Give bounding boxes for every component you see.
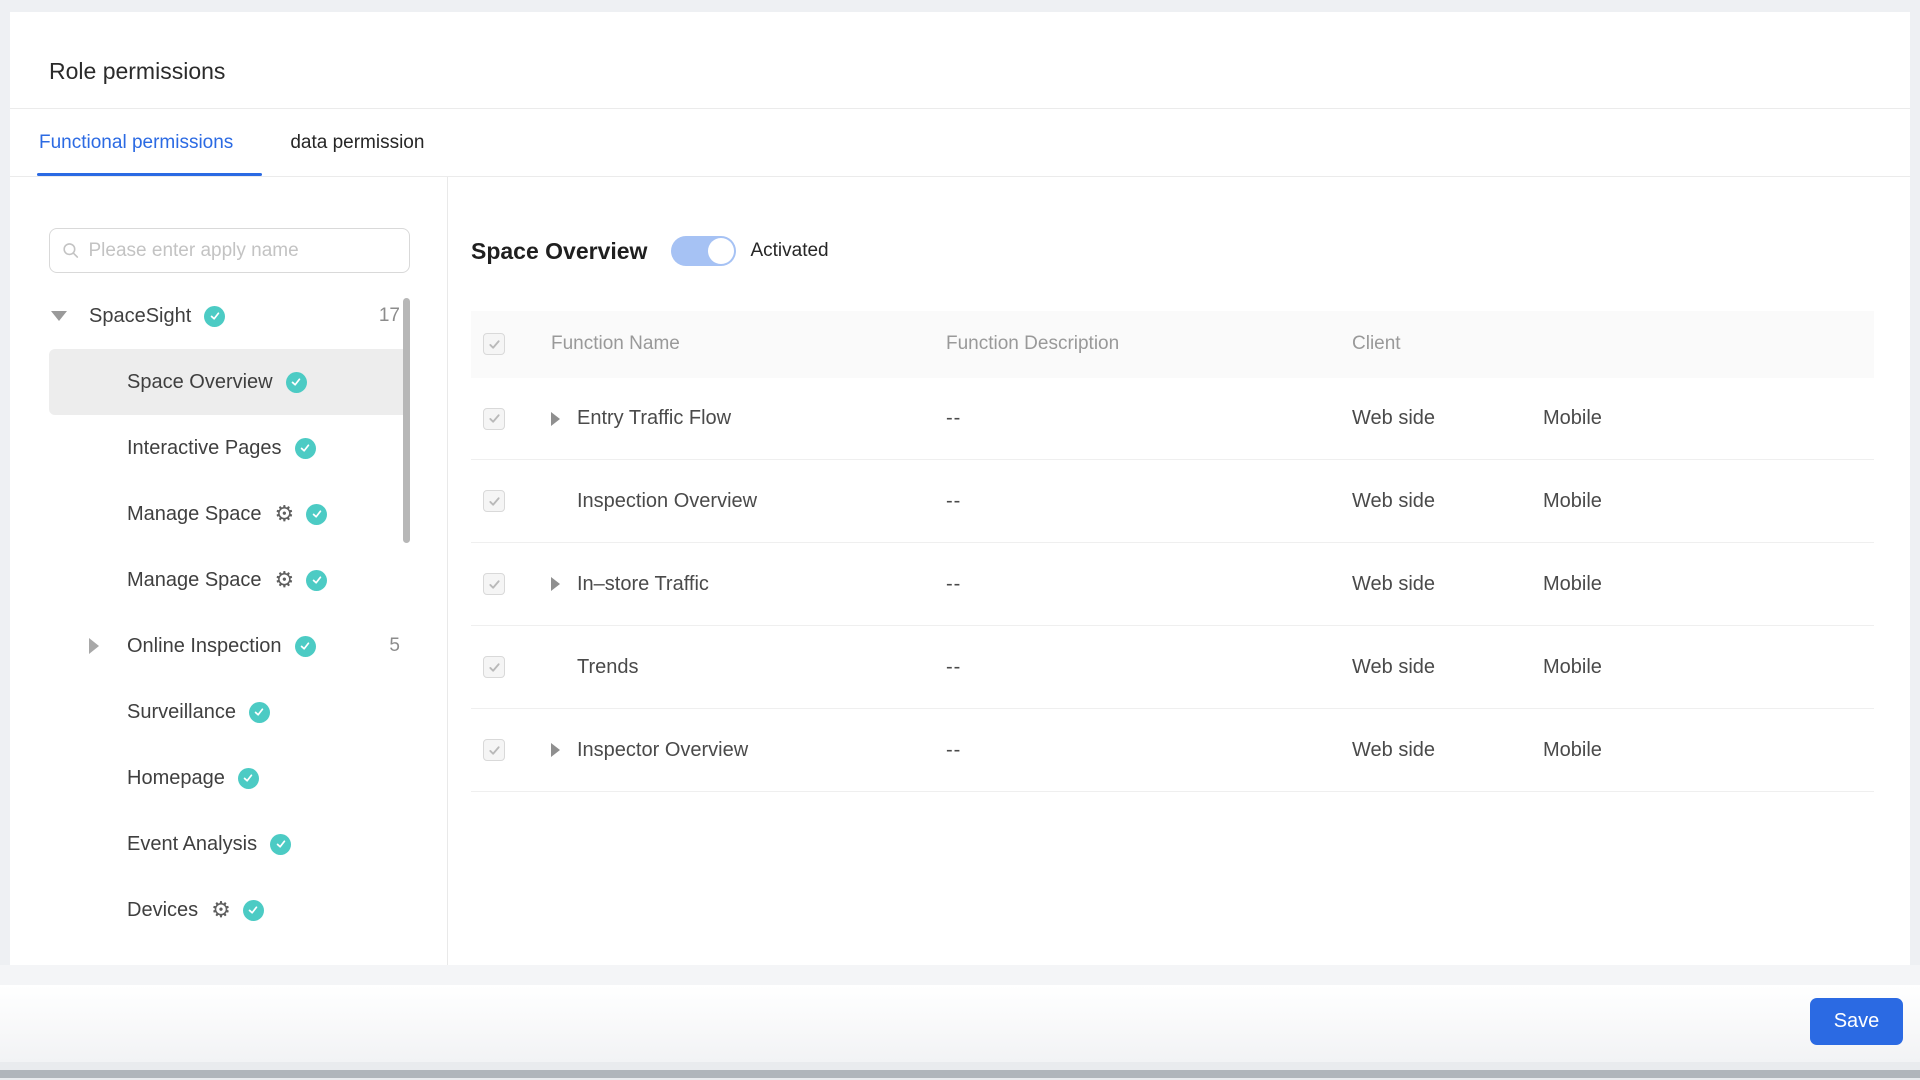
activated-toggle[interactable] — [671, 236, 737, 266]
table-row: In–store Traffic -- Web side Mobile — [471, 543, 1874, 626]
item-count: 17 — [378, 305, 400, 326]
client-mobile-label: Mobile — [1543, 407, 1602, 429]
toggle-knob — [708, 238, 735, 264]
sidebar-divider — [447, 177, 448, 965]
footer-bar: Save — [0, 985, 1920, 1062]
tree-item-label: Manage Space — [127, 568, 262, 591]
client-web-label: Web side — [1352, 407, 1436, 429]
client-mobile-label: Mobile — [1543, 489, 1602, 512]
tree-item-label: Space Overview — [127, 370, 273, 393]
functions-table: Function Name Function Description Clien… — [471, 311, 1874, 792]
function-name: Trends — [577, 655, 639, 678]
tab-data-permission[interactable]: data permission — [288, 132, 426, 154]
gear-icon[interactable]: ⚙ — [211, 899, 231, 921]
check-badge-icon — [237, 767, 259, 789]
function-description: -- — [946, 407, 962, 429]
function-name: Inspection Overview — [577, 489, 758, 512]
check-badge-icon — [204, 305, 226, 327]
section-title: Space Overview — [471, 237, 648, 264]
check-badge-icon — [306, 503, 328, 525]
tree-item-label: Event Analysis — [127, 832, 258, 855]
check-badge-icon — [248, 701, 270, 723]
table-header-row: Function Name Function Description Clien… — [471, 311, 1874, 377]
client-mobile-label: Mobile — [1543, 738, 1602, 761]
row-checkbox — [483, 407, 505, 430]
function-description: -- — [946, 738, 962, 761]
function-name: Inspector Overview — [577, 738, 749, 761]
check-badge-icon — [242, 899, 264, 921]
tree-item-label: Online Inspection — [127, 634, 282, 657]
function-description: -- — [946, 489, 962, 512]
check-badge-icon — [285, 371, 307, 393]
header-client: Client — [1352, 333, 1401, 354]
client-web-label: Web side — [1352, 655, 1436, 678]
expanded-caret-icon[interactable] — [51, 311, 67, 321]
tree-item-label: Devices — [127, 898, 199, 921]
sidebar-tree-item[interactable]: Online Inspection 5 — [49, 613, 410, 679]
gear-icon[interactable]: ⚙ — [275, 503, 295, 525]
sidebar-tree-item[interactable]: Space Overview — [49, 349, 410, 415]
tree-root-label: SpaceSight — [89, 304, 192, 327]
sidebar-scrollbar-thumb[interactable] — [403, 298, 410, 543]
client-mobile-label: Mobile — [1543, 572, 1602, 595]
sidebar-tree-item[interactable]: Manage Space ⚙ — [49, 481, 410, 547]
gear-icon[interactable]: ⚙ — [275, 569, 295, 591]
row-expand-caret-icon[interactable] — [551, 411, 560, 426]
check-badge-icon — [294, 635, 316, 657]
row-expand-caret-icon[interactable] — [551, 743, 560, 757]
card-footer-gap — [0, 965, 1920, 985]
tree-item-label: Surveillance — [127, 700, 236, 723]
sidebar-tree-item[interactable]: Event Analysis — [49, 811, 410, 877]
permissions-tree: SpaceSight 17 Space Overview Interactive… — [49, 283, 410, 943]
toggle-label: Activated — [750, 240, 829, 261]
tree-item-label: Manage Space — [127, 502, 262, 525]
table-row: Entry Traffic Flow -- Web side Mobile — [471, 377, 1874, 460]
function-description: -- — [946, 572, 962, 595]
tree-item-label: Homepage — [127, 766, 225, 789]
header-function-description: Function Description — [946, 333, 1120, 354]
function-name: In–store Traffic — [577, 572, 709, 595]
check-badge-icon — [294, 437, 316, 459]
row-checkbox — [483, 490, 505, 512]
tree-children: Space Overview Interactive Pages Manage … — [49, 349, 410, 943]
client-web-label: Web side — [1352, 489, 1436, 512]
client-web-label: Web side — [1352, 738, 1436, 761]
role-permissions-card: Role permissions Functional permissions … — [10, 12, 1910, 965]
sidebar-tree-item[interactable]: Interactive Pages — [49, 415, 410, 481]
search-input[interactable] — [88, 239, 397, 262]
header-function-name: Function Name — [551, 333, 680, 354]
main-panel: Space Overview Activated Function Name F… — [471, 177, 1874, 965]
page-title: Role permissions — [49, 58, 226, 84]
table-row: Inspector Overview -- Web side Mobile — [471, 709, 1874, 792]
table-row: Trends -- Web side Mobile — [471, 626, 1874, 709]
row-checkbox — [483, 739, 505, 761]
sidebar-tree-item[interactable]: Homepage — [49, 745, 410, 811]
tab-functional-permissions[interactable]: Functional permissions — [37, 132, 235, 154]
function-name: Entry Traffic Flow — [577, 407, 732, 429]
tree-item-label: Interactive Pages — [127, 436, 282, 459]
select-all-checkbox — [483, 333, 505, 355]
tab-bar: Functional permissions data permission — [37, 109, 426, 176]
check-badge-icon — [306, 569, 328, 591]
table-row: Inspection Overview -- Web side Mobile — [471, 460, 1874, 543]
apply-search-box[interactable] — [49, 228, 410, 273]
sidebar-tree-root[interactable]: SpaceSight 17 — [49, 283, 410, 349]
bottom-scrollbar[interactable] — [0, 1070, 1920, 1078]
sidebar-tree-item[interactable]: Manage Space ⚙ — [49, 547, 410, 613]
client-mobile-label: Mobile — [1543, 655, 1602, 678]
item-count: 5 — [389, 635, 400, 656]
client-web-label: Web side — [1352, 572, 1436, 595]
sidebar-tree-item[interactable]: Surveillance — [49, 679, 410, 745]
row-checkbox — [483, 573, 505, 595]
sidebar-tree-item[interactable]: Devices ⚙ — [49, 877, 410, 943]
function-description: -- — [946, 655, 962, 678]
row-expand-caret-icon[interactable] — [551, 577, 560, 591]
search-icon — [63, 243, 79, 258]
collapsed-caret-icon[interactable] — [89, 638, 99, 654]
check-badge-icon — [270, 833, 292, 855]
row-checkbox — [483, 656, 505, 678]
save-button[interactable]: Save — [1810, 998, 1903, 1045]
table-body: Entry Traffic Flow -- Web side Mobile In… — [471, 377, 1874, 792]
